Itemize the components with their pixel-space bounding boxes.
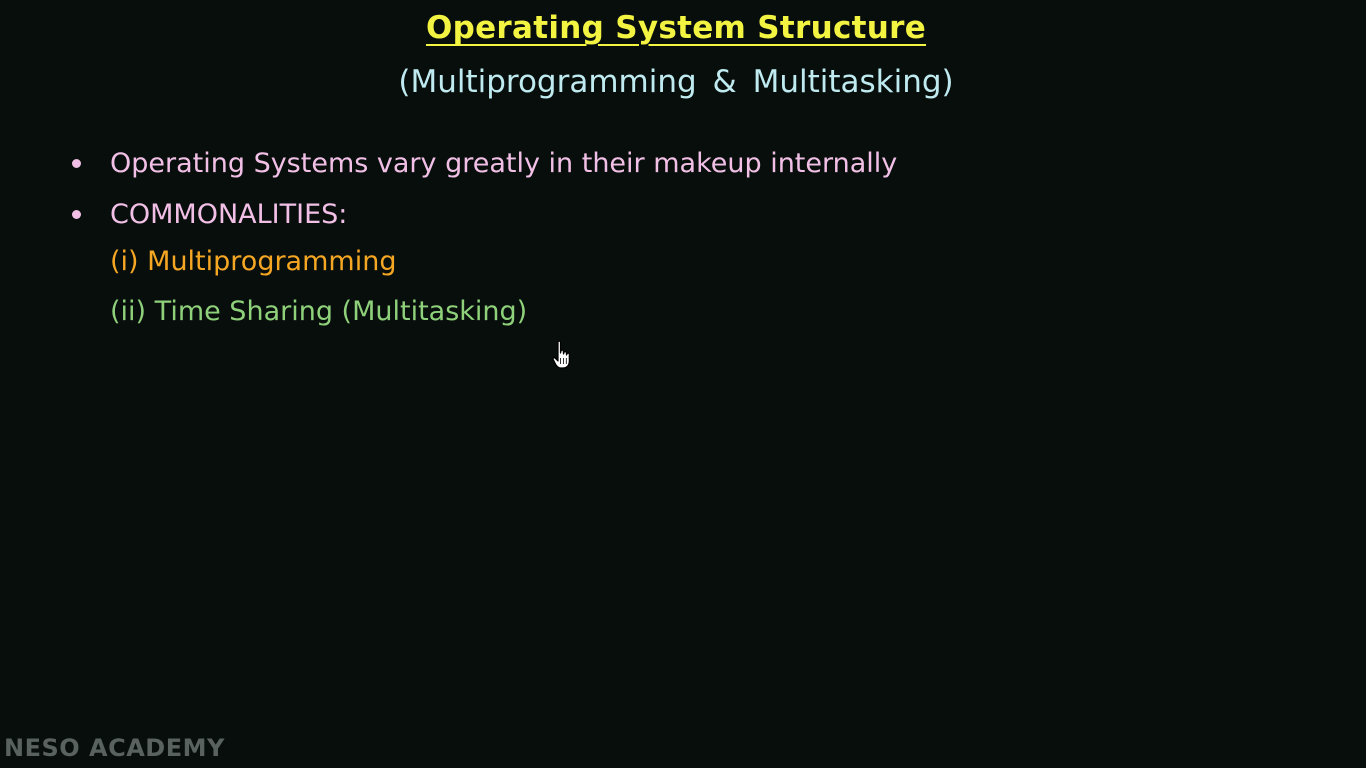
bullet-dot-icon bbox=[72, 209, 81, 219]
sub-item-multiprogramming: (i) Multiprogramming bbox=[110, 246, 397, 277]
lecture-slide: Operating System Structure (Multiprogram… bbox=[0, 0, 1366, 768]
slide-subtitle: (Multiprogramming & Multitasking) bbox=[398, 64, 954, 100]
bullet-item: COMMONALITIES: bbox=[72, 194, 347, 234]
hand-pointer-cursor-icon bbox=[552, 340, 570, 369]
slide-title: Operating System Structure bbox=[425, 10, 927, 46]
sub-item-time-sharing: (ii) Time Sharing (Multitasking) bbox=[110, 296, 528, 327]
bullet-text: COMMONALITIES: bbox=[110, 198, 348, 230]
bullet-item: Operating Systems vary greatly in their … bbox=[72, 143, 897, 183]
bullet-text: Operating Systems vary greatly in their … bbox=[110, 147, 898, 179]
neso-academy-watermark: NESO ACADEMY bbox=[4, 734, 225, 762]
bullet-dot-icon bbox=[72, 158, 81, 168]
